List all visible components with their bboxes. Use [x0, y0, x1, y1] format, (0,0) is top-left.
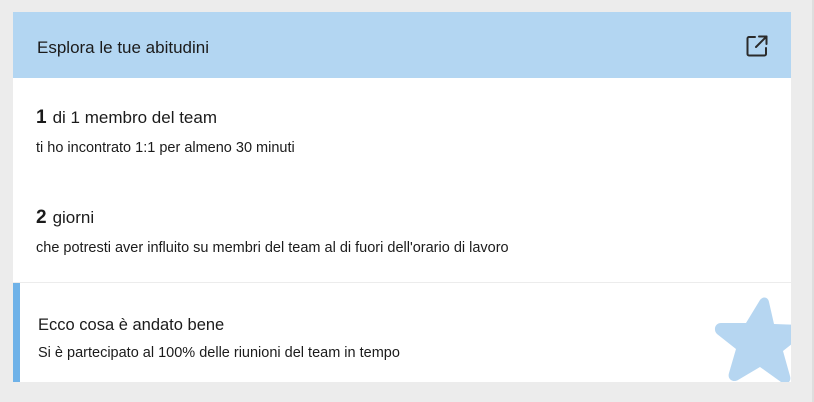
stat-description: ti ho incontrato 1:1 per almeno 30 minut…: [36, 140, 295, 156]
highlight-title: Ecco cosa è andato bene: [38, 316, 225, 334]
habits-card: Esplora le tue abitudini 1 di 1 membro de…: [13, 12, 791, 382]
stat-headline: 2 giorni: [36, 208, 509, 228]
stat-description: che potresti aver influito su membri del…: [36, 240, 509, 256]
card-title: Esplora le tue abitudini: [37, 38, 210, 57]
highlight-section: Ecco cosa è andato bene Si è partecipato…: [13, 283, 791, 382]
stat-after-hours: 2 giorni che potresti aver influito su me…: [36, 208, 509, 257]
open-in-new-icon: [746, 35, 768, 57]
star-icon: [714, 297, 791, 382]
stat-label: di 1 membro del team: [52, 108, 217, 127]
stat-headline: 1 di 1 membro del team: [36, 108, 295, 128]
accent-bar: [13, 283, 20, 382]
highlight-description: Si è partecipato al 100% delle riunioni …: [38, 345, 400, 361]
stat-label: giorni: [52, 208, 95, 227]
stat-number: 2: [36, 207, 47, 228]
stat-team-meetings: 1 di 1 membro del team ti ho incontrato 1…: [36, 108, 295, 157]
stat-number: 1: [36, 107, 47, 128]
card-header: Esplora le tue abitudini: [13, 12, 791, 78]
open-external-button[interactable]: [743, 32, 771, 60]
